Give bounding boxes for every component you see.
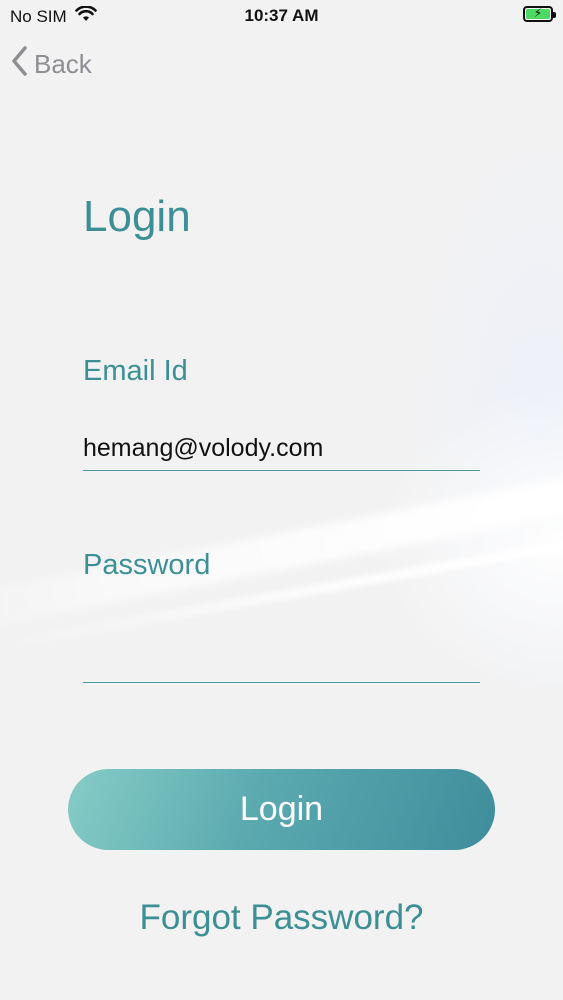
password-label: Password (83, 549, 211, 581)
status-time: 10:37 AM (244, 6, 319, 25)
forgot-password-link[interactable]: Forgot Password? (0, 898, 563, 938)
battery-fill: ⚡ (526, 6, 550, 20)
background (0, 0, 563, 1000)
email-field[interactable] (83, 426, 480, 471)
password-field[interactable] (83, 638, 480, 683)
status-bar: No SIM 10:37 AM ⚡ (0, 0, 563, 32)
battery-icon: ⚡ (523, 6, 556, 22)
login-button[interactable]: Login (68, 769, 495, 850)
charging-bolt-icon: ⚡ (533, 6, 543, 20)
back-button[interactable]: Back (10, 44, 92, 84)
back-label: Back (34, 48, 92, 79)
chevron-left-icon (10, 45, 30, 84)
page-title: Login (83, 192, 191, 241)
email-label: Email Id (83, 355, 188, 387)
